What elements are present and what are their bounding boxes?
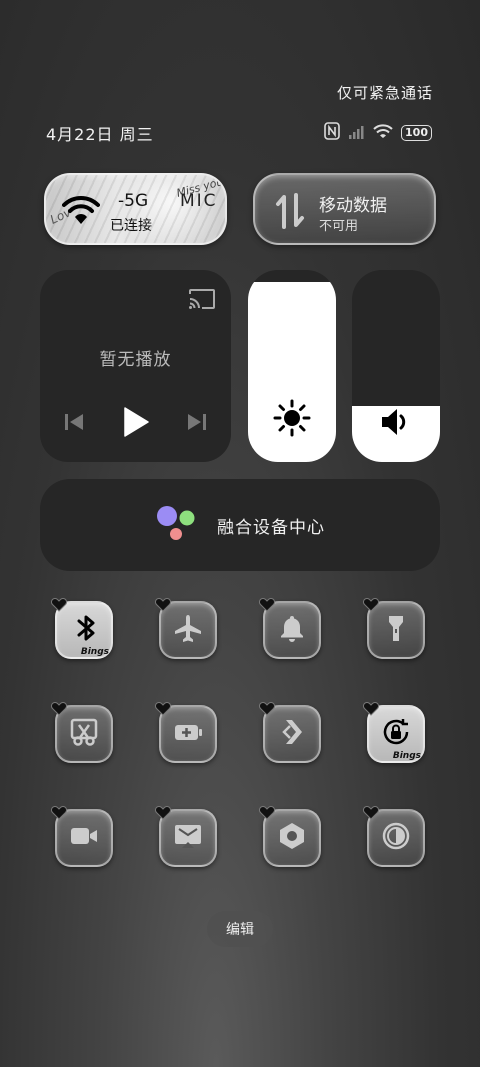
heart-icon	[258, 805, 276, 824]
heart-icon	[50, 701, 68, 720]
rotation-lock-icon	[381, 717, 411, 751]
mobile-data-tile[interactable]: 移动数据 不可用	[253, 173, 436, 245]
no-media-label: 暂无播放	[99, 350, 172, 370]
wifi-tile[interactable]: Lov Miss you -5G MIC 已连接	[44, 173, 227, 245]
heart-icon	[258, 701, 276, 720]
toggle-battery-saver[interactable]	[154, 701, 217, 763]
brightness-slider[interactable]	[248, 270, 336, 462]
fusion-label: 融合设备中心	[217, 517, 325, 538]
heart-icon	[50, 597, 68, 616]
nfc-icon	[323, 122, 341, 144]
next-track-icon[interactable]	[187, 412, 207, 436]
cast-icon[interactable]	[188, 288, 216, 314]
emergency-call-text: 仅可紧急通话	[336, 84, 433, 102]
chevrons-icon	[277, 717, 307, 751]
device-fusion-center[interactable]: 融合设备中心	[40, 479, 440, 571]
toggle-settings[interactable]	[258, 805, 321, 867]
toggle-invert-colors[interactable]	[362, 805, 425, 867]
wifi-status-icon	[373, 123, 393, 143]
toggle-flashlight[interactable]	[362, 597, 425, 659]
battery-indicator: 100	[401, 125, 432, 141]
hexagon-nut-icon	[277, 821, 307, 855]
battery-plus-icon	[173, 717, 203, 751]
fusion-dots-icon	[155, 505, 199, 545]
airplane-icon	[173, 613, 203, 647]
previous-track-icon[interactable]	[64, 412, 84, 436]
wifi-ssid: -5G	[118, 191, 149, 211]
play-icon[interactable]	[123, 407, 149, 441]
heart-icon	[50, 805, 68, 824]
bluetooth-icon	[69, 613, 99, 647]
scissors-icon	[69, 717, 99, 751]
wifi-state: 已连接	[110, 218, 152, 234]
tile-tag: Bings	[80, 647, 109, 657]
date-text: 4月22日 周三	[46, 125, 154, 144]
speaker-icon	[352, 406, 440, 438]
mobile-data-title: 移动数据	[319, 196, 387, 216]
toggle-screen-record[interactable]	[50, 805, 113, 867]
mobile-data-state: 不可用	[319, 219, 359, 234]
toggle-bluetooth[interactable]: Bings	[50, 597, 113, 659]
toggle-transfer[interactable]	[258, 701, 321, 763]
heart-icon	[258, 597, 276, 616]
cast-screen-icon	[173, 821, 203, 855]
toggle-ring[interactable]	[258, 597, 321, 659]
wifi-icon	[62, 195, 100, 229]
media-player-card[interactable]: 暂无播放	[40, 270, 231, 462]
tile-tag: Bings	[392, 751, 421, 761]
heart-icon	[362, 805, 380, 824]
heart-icon	[362, 597, 380, 616]
cell-signal-icon	[349, 124, 365, 143]
toggle-rotation-lock[interactable]: Bings	[362, 701, 425, 763]
edit-button[interactable]: 编辑	[207, 911, 273, 947]
volume-slider[interactable]	[352, 270, 440, 462]
sun-icon	[248, 398, 336, 438]
toggle-airplane[interactable]	[154, 597, 217, 659]
flashlight-icon	[381, 613, 411, 647]
heart-icon	[154, 701, 172, 720]
status-bar: 4月22日 周三 100	[46, 122, 432, 144]
toggle-screenshot[interactable]	[50, 701, 113, 763]
heart-icon	[154, 805, 172, 824]
heart-icon	[154, 597, 172, 616]
contrast-icon	[381, 821, 411, 855]
mobile-data-icon	[275, 193, 305, 233]
toggle-screen-cast[interactable]	[154, 805, 217, 867]
heart-icon	[362, 701, 380, 720]
bell-icon	[277, 613, 307, 647]
wifi-ssid-extra: MIC	[180, 191, 218, 211]
video-camera-icon	[69, 821, 99, 855]
